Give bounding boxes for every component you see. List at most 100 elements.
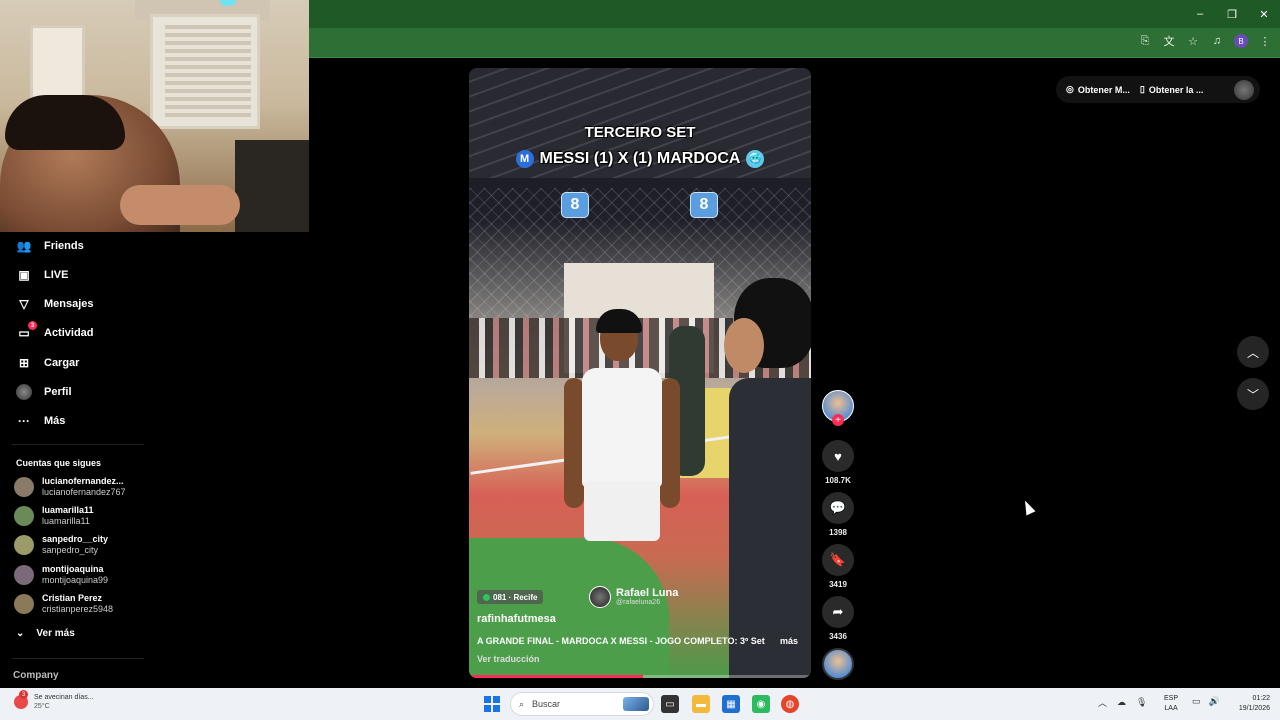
share-button[interactable]: ➦ [822,596,854,628]
bookmark-icon: 🔖 [829,552,847,567]
number-badge-right: 8 [690,192,718,218]
like-button[interactable]: ♥ [822,440,854,472]
upload-icon: ⊞ [18,356,30,370]
account-username: luamarilla11 [42,516,90,526]
search-icon: ⌕ [519,698,525,709]
previous-video-button[interactable]: ︿ [1237,336,1269,368]
get-app-button[interactable]: ◎ Obtener M... [1066,84,1130,95]
window-controls: – ❐ ✕ [1184,0,1280,28]
volume-icon[interactable]: 🔊 [1209,696,1220,707]
more-icon: ··· [18,414,30,428]
more-description-button[interactable]: más [780,636,798,646]
avatar [589,586,611,608]
live-icon: ▣ [18,268,30,282]
search-highlight-image [623,697,649,711]
system-tray-2: ▭ 🔊 [1192,696,1220,707]
video-overlay-score: M MESSI (1) X (1) MARDOCA 🥶 [469,150,811,168]
like-count: 108.7K [825,476,851,485]
store-icon[interactable]: ▦ [722,695,740,713]
bookmark-star-icon[interactable]: ☆ [1186,34,1200,48]
language-indicator[interactable]: ESP LAA [1164,694,1178,714]
cold-face-icon: 🥶 [746,150,765,168]
account-username: lucianofernandez767 [42,487,126,497]
video-player[interactable]: TERCEIRO SET M MESSI (1) X (1) MARDOCA 🥶… [469,68,811,678]
sidebar-item-label: Actividad [44,327,94,339]
system-tray: ︿ ☁ 🎙 [1098,696,1147,709]
close-button[interactable]: ✕ [1248,0,1280,28]
video-description: A GRANDE FINAL - MARDOCA X MESSI - JOGO … [477,636,765,646]
sidebar-item-upload[interactable]: ⊞ Cargar [16,353,80,373]
sidebar-item-activity[interactable]: ▭ 3 Actividad [16,321,94,343]
user-avatar[interactable] [1234,79,1254,100]
following-item[interactable]: Cristian Perez cristianperez5948 [14,593,134,615]
clock[interactable]: 01:22 19/1/2026 [1226,694,1270,714]
see-translation-button[interactable]: Ver traducción [477,654,540,664]
location-pin-icon [483,593,490,601]
follow-plus-button[interactable]: + [832,414,844,426]
get-app-bar: ◎ Obtener M... ▯ Obtener la ... [1056,76,1260,103]
translate-icon[interactable]: 文 [1162,34,1176,48]
account-name: Cristian Perez [42,593,103,603]
see-more-button[interactable]: ⌄ Ver más [16,628,75,639]
notification-badge: 3 [28,321,37,330]
microphone-icon[interactable]: 🎙 [1136,697,1147,708]
share-count: 3436 [829,632,847,641]
following-item[interactable]: lucianofernandez... lucianofernandez767 [14,476,134,498]
task-view-icon[interactable]: ▭ [661,695,679,713]
sidebar-item-profile[interactable]: Perfil [16,382,72,402]
video-author[interactable]: rafinhafutmesa [477,613,556,625]
onedrive-icon[interactable]: ☁ [1117,697,1126,708]
following-item[interactable]: luamarilla11 luamarilla11 [14,505,134,527]
chevron-up-icon: ︿ [1246,345,1259,360]
sidebar-item-friends[interactable]: 👥 Friends [16,236,84,256]
sidebar-item-label: Mensajes [44,298,94,310]
sidebar: 👥 Friends ▣ LIVE ▽ Mensajes ▭ 3 Activida… [0,232,160,688]
weather-icon: 3 [14,690,28,709]
music-disc[interactable] [822,648,854,680]
friends-icon: 👥 [16,239,32,253]
profile-avatar-button[interactable]: B [1234,34,1248,48]
get-mobile-app-button[interactable]: ▯ Obtener la ... [1140,84,1203,95]
account-name: montijoaquina [42,564,104,574]
company-link[interactable]: Company [13,670,59,681]
chevron-up-icon[interactable]: ︿ [1098,696,1107,709]
comment-count: 1398 [829,528,847,537]
phone-icon: ▯ [1139,84,1145,94]
following-item[interactable]: montijoaquina montijoaquina99 [14,564,134,586]
sidebar-item-messages[interactable]: ▽ Mensajes [16,294,94,314]
account-username: montijoaquina99 [42,575,109,585]
minimize-button[interactable]: – [1184,0,1216,28]
see-more-label: Ver más [36,628,75,639]
video-progress-fill [469,675,644,678]
sidebar-item-more[interactable]: ··· Más [16,411,65,431]
webcam-overlay [0,0,309,232]
account-username: sanpedro_city [42,545,99,555]
account-name: lucianofernandez... [42,476,124,486]
maximize-button[interactable]: ❐ [1216,0,1248,28]
comment-button[interactable]: 💬 [822,492,854,524]
avatar [14,535,34,555]
location-tag[interactable]: 081 · Recife [477,590,544,604]
heart-icon: ♥ [834,448,842,464]
chevron-down-icon: ﹀ [1246,387,1259,402]
install-app-icon[interactable]: ⎘ [1138,34,1152,48]
app-icon[interactable]: ◉ [752,695,770,713]
following-item[interactable]: sanpedro__city sanpedro_city [14,534,134,556]
start-button[interactable] [484,696,500,712]
save-button[interactable]: 🔖 [822,544,854,576]
next-video-button[interactable]: ﹀ [1237,378,1269,410]
weather-widget[interactable]: 3 Se avecinan días... 25°C [14,690,94,711]
chrome-icon[interactable]: ◍ [781,695,799,713]
display-icon[interactable]: ▭ [1192,696,1201,707]
taskbar-search[interactable]: ⌕ Buscar [510,692,654,716]
file-explorer-icon[interactable]: ▬ [692,695,710,713]
sidebar-item-label: Cargar [44,357,80,369]
activity-icon: ▭ 3 [16,321,37,341]
sidebar-item-live[interactable]: ▣ LIVE [16,265,68,285]
m-badge-icon: M [515,150,534,168]
browser-menu-icon[interactable]: ⋮ [1258,34,1272,48]
app-icon: ◎ [1066,84,1074,94]
comment-icon: 💬 [829,500,847,515]
media-control-icon[interactable]: ♫ [1210,34,1224,48]
avatar [14,594,34,614]
